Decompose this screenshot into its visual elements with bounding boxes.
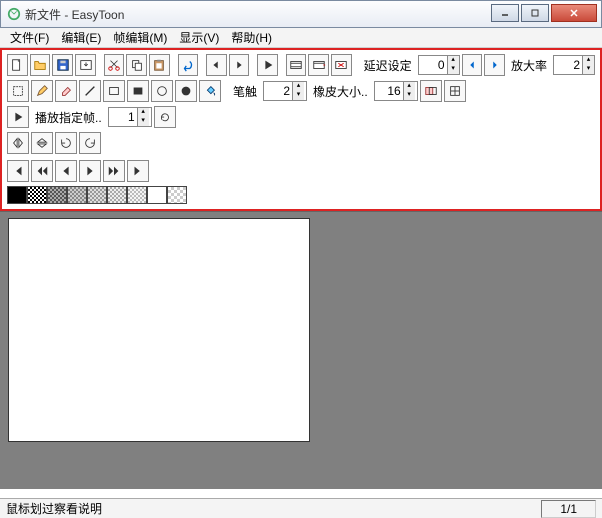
save-button[interactable]: [52, 54, 73, 76]
pattern-swatch[interactable]: [47, 186, 67, 204]
onion-skin-button[interactable]: [420, 80, 442, 102]
title-bar: 新文件 - EasyToon: [0, 0, 602, 28]
eraser-label: 橡皮大小..: [309, 83, 372, 100]
window-title: 新文件 - EasyToon: [25, 6, 489, 23]
export-button[interactable]: [75, 54, 96, 76]
minimize-button[interactable]: [491, 4, 519, 22]
forward-button[interactable]: [79, 160, 101, 182]
pattern-swatch[interactable]: [67, 186, 87, 204]
menu-bar: 文件(F) 编辑(E) 帧编辑(M) 显示(V) 帮助(H): [0, 28, 602, 48]
spin-up-icon[interactable]: ▴: [137, 108, 149, 117]
flip-h-button[interactable]: [7, 132, 29, 154]
pattern-swatch[interactable]: [7, 186, 27, 204]
pattern-swatch[interactable]: [107, 186, 127, 204]
spin-down-icon[interactable]: ▾: [292, 91, 304, 100]
playframe-spinner[interactable]: ▴▾: [108, 107, 152, 127]
zoom-input[interactable]: [554, 58, 582, 72]
grid-button[interactable]: [444, 80, 466, 102]
pattern-swatch[interactable]: [87, 186, 107, 204]
playframe-label: 播放指定帧..: [31, 109, 106, 126]
brush-spinner[interactable]: ▴▾: [263, 81, 307, 101]
maximize-button[interactable]: [521, 4, 549, 22]
playframe-input[interactable]: [109, 110, 137, 124]
delay-label: 延迟设定: [360, 57, 416, 74]
menu-edit[interactable]: 编辑(E): [55, 27, 107, 48]
status-frame: 1/1: [541, 500, 596, 518]
rotate-ccw-button[interactable]: [79, 132, 101, 154]
menu-file[interactable]: 文件(F): [4, 27, 55, 48]
last-button[interactable]: [127, 160, 149, 182]
spin-down-icon[interactable]: ▾: [582, 65, 594, 74]
spin-down-icon[interactable]: ▾: [447, 65, 459, 74]
zoom-label: 放大率: [507, 57, 551, 74]
rotate-cw-button[interactable]: [55, 132, 77, 154]
rect-button[interactable]: [103, 80, 125, 102]
spin-up-icon[interactable]: ▴: [403, 82, 415, 91]
pencil-button[interactable]: [31, 80, 53, 102]
nav-left-button[interactable]: [462, 54, 483, 76]
zoom-spinner[interactable]: ▴▾: [553, 55, 595, 75]
flip-v-button[interactable]: [31, 132, 53, 154]
prev-frame-button[interactable]: [206, 54, 227, 76]
back-button[interactable]: [55, 160, 77, 182]
open-button[interactable]: [30, 54, 51, 76]
pattern-swatch[interactable]: [127, 186, 147, 204]
delay-spinner[interactable]: ▴▾: [418, 55, 460, 75]
toolbar-main: 延迟设定 ▴▾ 放大率 ▴▾: [4, 52, 598, 78]
circle-fill-button[interactable]: [175, 80, 197, 102]
app-icon: [7, 7, 21, 21]
first-button[interactable]: [7, 160, 29, 182]
toolbar-draw: 笔触 ▴▾ 橡皮大小.. ▴▾: [4, 78, 598, 104]
pattern-swatch[interactable]: [167, 186, 187, 204]
toolbar-play: 播放指定帧.. ▴▾: [4, 104, 598, 130]
rewind-button[interactable]: [31, 160, 53, 182]
paste-button[interactable]: [149, 54, 170, 76]
play-button[interactable]: [257, 54, 278, 76]
playback-controls: [4, 156, 598, 186]
eraser-spinner[interactable]: ▴▾: [374, 81, 418, 101]
insert-frame-before-button[interactable]: [286, 54, 307, 76]
pattern-swatch[interactable]: [27, 186, 47, 204]
fill-button[interactable]: [199, 80, 221, 102]
status-hint: 鼠标划过察看说明: [6, 500, 541, 517]
eraser-button[interactable]: [55, 80, 77, 102]
pattern-swatch[interactable]: [147, 186, 167, 204]
new-button[interactable]: [7, 54, 28, 76]
brush-input[interactable]: [264, 84, 292, 98]
copy-button[interactable]: [126, 54, 147, 76]
select-rect-button[interactable]: [7, 80, 29, 102]
spin-up-icon[interactable]: ▴: [447, 56, 459, 65]
next-frame-button[interactable]: [229, 54, 250, 76]
menu-view[interactable]: 显示(V): [173, 27, 225, 48]
pattern-palette: [4, 186, 598, 207]
spin-down-icon[interactable]: ▾: [137, 117, 149, 126]
workspace: [0, 211, 602, 489]
insert-frame-after-button[interactable]: [308, 54, 329, 76]
delete-frame-button[interactable]: [331, 54, 352, 76]
delay-input[interactable]: [419, 58, 447, 72]
eraser-input[interactable]: [375, 84, 403, 98]
play-range-button[interactable]: [7, 106, 29, 128]
toolbar-area: 延迟设定 ▴▾ 放大率 ▴▾ 笔触 ▴▾ 橡皮大小.. ▴▾ 播放指定帧.. ▴…: [0, 48, 602, 211]
menu-help[interactable]: 帮助(H): [225, 27, 278, 48]
circle-button[interactable]: [151, 80, 173, 102]
brush-label: 笔触: [229, 83, 261, 100]
loop-button[interactable]: [154, 106, 176, 128]
rect-fill-button[interactable]: [127, 80, 149, 102]
line-button[interactable]: [79, 80, 101, 102]
spin-up-icon[interactable]: ▴: [582, 56, 594, 65]
status-bar: 鼠标划过察看说明 1/1: [0, 498, 602, 518]
toolbar-transform: [4, 130, 598, 156]
canvas[interactable]: [8, 218, 310, 442]
close-button[interactable]: [551, 4, 597, 22]
nav-right-button[interactable]: [484, 54, 505, 76]
undo-button[interactable]: [178, 54, 199, 76]
spin-down-icon[interactable]: ▾: [403, 91, 415, 100]
menu-frame[interactable]: 帧编辑(M): [107, 27, 173, 48]
cut-button[interactable]: [104, 54, 125, 76]
fastforward-button[interactable]: [103, 160, 125, 182]
spin-up-icon[interactable]: ▴: [292, 82, 304, 91]
